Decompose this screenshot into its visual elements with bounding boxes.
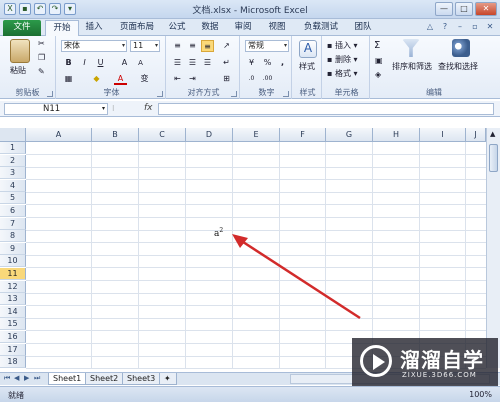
last-sheet-icon[interactable]: ⏭ (34, 374, 40, 383)
watermark-url: ZIXUE.3D66.COM (402, 371, 477, 379)
watermark-logo-icon (360, 345, 392, 377)
status-ready: 就绪 (8, 391, 24, 400)
arrow-head (232, 234, 248, 248)
scroll-up-icon[interactable]: ▲ (490, 130, 495, 138)
prev-sheet-icon[interactable]: ◀ (14, 374, 19, 382)
next-sheet-icon[interactable]: ▶ (24, 374, 29, 382)
watermark: 溜溜自学 ZIXUE.3D66.COM (352, 338, 498, 386)
vertical-scrollbar[interactable]: ▲ (486, 128, 500, 368)
sheet-tab-2[interactable]: Sheet2 (85, 373, 124, 385)
new-sheet-icon[interactable]: ✦ (159, 373, 177, 385)
vertical-scroll-thumb[interactable] (489, 144, 498, 172)
arrow-shaft (239, 238, 361, 320)
sheet-tab-3[interactable]: Sheet3 (122, 373, 161, 385)
status-bar: 就绪 100% (0, 386, 500, 402)
first-sheet-icon[interactable]: ⏮ (4, 374, 10, 383)
zoom-level[interactable]: 100% (469, 390, 492, 399)
sheet-tab-1[interactable]: Sheet1 (48, 373, 87, 385)
watermark-name: 溜溜自学 (400, 348, 484, 372)
